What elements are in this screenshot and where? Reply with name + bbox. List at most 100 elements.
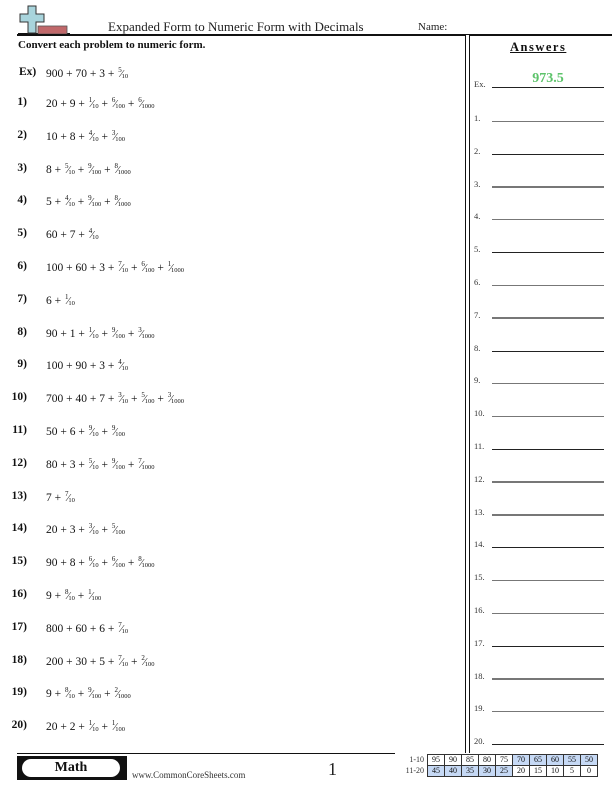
plus-sign: +	[74, 688, 88, 701]
answer-line[interactable]	[492, 218, 604, 221]
answer-line[interactable]	[492, 284, 604, 286]
answer-line[interactable]	[492, 317, 604, 319]
fraction: 3⁄10	[88, 522, 99, 536]
plus-sign: +	[63, 393, 76, 406]
answer-label: 1.	[474, 113, 481, 123]
fraction: 6⁄100	[140, 260, 154, 274]
score-cell: 80	[478, 754, 496, 766]
fraction: 8⁄1000	[113, 162, 130, 176]
problem-number: 14)	[11, 522, 27, 535]
answer-line[interactable]	[492, 514, 604, 516]
problem-row: 7) 6 + 1⁄10	[0, 293, 460, 313]
whole-term: 90	[75, 360, 88, 373]
plus-sign: +	[75, 327, 88, 340]
fraction: 3⁄100	[111, 129, 125, 143]
plus-sign: +	[98, 426, 111, 438]
instructions: Convert each problem to numeric form.	[18, 39, 206, 51]
problem-row: 4) 5 + 4⁄10 + 9⁄100 + 8⁄1000	[0, 194, 460, 214]
example-answer-label: Ex.	[474, 79, 486, 89]
problem-expression: 8 + 5⁄10 + 9⁄100 + 8⁄1000	[46, 162, 131, 176]
plus-sign: +	[154, 262, 167, 274]
denominator: 100	[115, 332, 125, 340]
whole-term: 900	[46, 68, 64, 80]
answer-line[interactable]	[492, 744, 604, 746]
denominator: 10	[121, 627, 129, 635]
problem-expression: 800 + 60 + 6 + 7⁄10	[46, 621, 128, 635]
answer-row: 19.	[474, 696, 604, 714]
plus-sign: +	[57, 229, 70, 242]
whole-term: 60	[46, 229, 58, 242]
example-expression: 900 + 70 + 3 + 5⁄10	[46, 66, 128, 80]
problem-expression: 100 + 90 + 3 + 4⁄10	[46, 358, 128, 372]
whole-term: 10	[46, 130, 58, 143]
answer-row: 1.	[474, 106, 604, 123]
answer-line[interactable]	[492, 350, 604, 352]
answer-row: 7.	[474, 303, 604, 320]
score-cell: 30	[478, 765, 496, 777]
problem-row: 5) 60 + 7 + 4⁄10	[0, 227, 460, 247]
denominator: 10	[68, 299, 75, 307]
whole-term: 20	[46, 721, 58, 734]
fraction: 4⁄10	[117, 358, 128, 372]
answer-line[interactable]	[492, 153, 604, 155]
website-link[interactable]: www.CommonCoreSheets.com	[132, 770, 245, 780]
plus-sign: +	[105, 262, 118, 274]
denominator: 1000	[141, 463, 155, 471]
fraction: 6⁄100	[111, 555, 125, 569]
answer-row: 2.	[474, 139, 604, 156]
answer-line[interactable]	[492, 415, 604, 418]
fraction: 7⁄10	[117, 260, 128, 274]
plus-sign: +	[124, 557, 138, 570]
answer-line[interactable]	[492, 678, 604, 680]
answer-label: 19.	[474, 703, 485, 714]
plus-sign: +	[128, 262, 141, 274]
problem-row: 14) 20 + 3 + 3⁄10 + 5⁄100	[0, 522, 460, 542]
problem-row: 8) 90 + 1 + 1⁄10 + 9⁄100 + 3⁄1000	[0, 326, 460, 346]
problem-number: 4)	[17, 194, 27, 207]
plus-sign: +	[57, 524, 70, 537]
answer-line[interactable]	[492, 645, 604, 647]
plus-sign: +	[87, 622, 100, 635]
answer-label: 16.	[474, 605, 485, 615]
answer-row: 10.	[474, 401, 604, 418]
problem-row: 15) 90 + 8 + 6⁄10 + 6⁄100 + 8⁄1000	[0, 555, 460, 575]
fraction: 6⁄10	[88, 555, 99, 569]
answer-line[interactable]	[492, 547, 604, 549]
answer-line[interactable]	[492, 481, 604, 483]
denominator: 100	[91, 201, 102, 209]
whole-term: 70	[75, 68, 88, 80]
name-label: Name:	[418, 21, 448, 33]
answer-line[interactable]	[492, 382, 604, 385]
plus-sign: +	[74, 590, 88, 602]
fraction: 3⁄1000	[137, 326, 154, 340]
plus-sign: +	[101, 163, 114, 176]
answer-line[interactable]	[492, 449, 604, 450]
score-cell: 90	[444, 754, 462, 766]
problem-row: 16) 9 + 8⁄10 + 1⁄100	[0, 588, 460, 608]
plus-sign: +	[75, 557, 88, 570]
problem-number: 2)	[17, 128, 27, 141]
plus-sign: +	[74, 196, 88, 209]
plus-sign: +	[57, 130, 70, 143]
answer-line[interactable]	[492, 186, 604, 188]
score-cell: 15	[529, 765, 547, 777]
plus-sign: +	[101, 688, 114, 701]
answer-line[interactable]	[492, 612, 604, 614]
example-label: Ex)	[19, 66, 37, 78]
problem-expression: 50 + 6 + 9⁄10 + 9⁄100	[46, 424, 125, 438]
problem-number: 19)	[11, 686, 27, 699]
answer-line[interactable]	[492, 710, 604, 713]
answer-line[interactable]	[492, 579, 604, 582]
plus-sign: +	[128, 655, 141, 668]
plus-sign: +	[51, 590, 64, 602]
fraction: 2⁄1000	[113, 686, 130, 700]
score-cell: 25	[495, 765, 513, 777]
page-number: 1	[328, 759, 337, 779]
plus-sign: +	[98, 458, 111, 471]
plus-sign: +	[105, 622, 118, 635]
answer-line[interactable]	[492, 252, 604, 254]
score-cell: 10	[546, 765, 564, 777]
plus-sign: +	[124, 327, 138, 340]
answer-line[interactable]	[492, 120, 604, 122]
problem-expression: 100 + 60 + 3 + 7⁄10 + 6⁄100 + 1⁄1000	[46, 260, 184, 274]
